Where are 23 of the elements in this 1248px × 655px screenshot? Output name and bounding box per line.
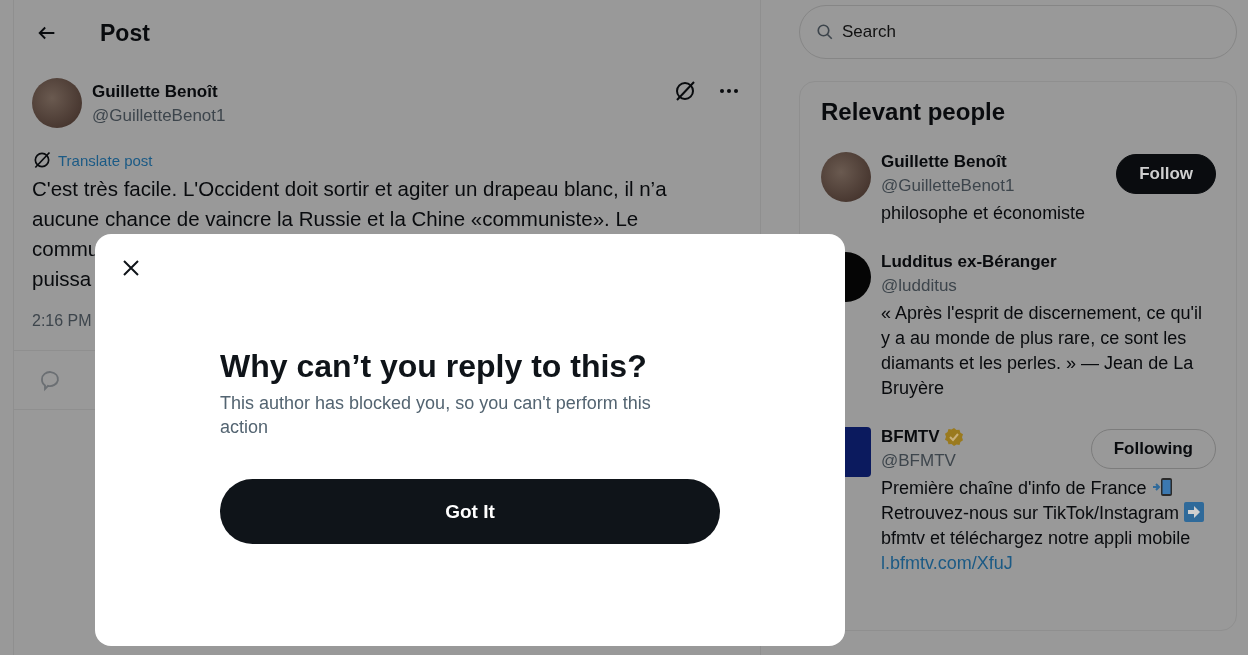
person-handle[interactable]: @ludditus [881,276,1057,296]
author-name[interactable]: Guillette Benoît [92,82,662,102]
page-title: Post [100,19,150,47]
search-icon [816,23,834,41]
more-icon [719,88,739,94]
post-text: puissa [32,266,92,292]
person-bio: philosophe et économiste [881,202,1087,225]
post-text: aucune chance de vaincre la Russie et la Chine «communiste». Le [32,206,639,232]
person-name[interactable]: BFMTV [881,427,940,447]
got-it-button[interactable]: Got It [220,479,720,544]
person-bio: « Après l'esprit de discernement, ce qu'il y a au monde de plus rare, ce sont les diamants et les perles. » — Jean de La Bruyère [881,302,1204,400]
person-name[interactable]: Ludditus ex-Béranger [881,252,1057,272]
person-bio: Première chaîne d'info de France Retrouvez-nous sur TikTok/Instagram bfmtv et téléchargez notre appli mobile l.bfmtv.com/XfuJ [881,476,1211,576]
search-field[interactable]: Search [840,21,1236,43]
phone-icon [1151,477,1174,497]
dialog-message: This author has blocked you, so you can't perform this action [220,392,652,439]
follow-button[interactable]: Follow [1116,154,1216,194]
card-title: Relevant people [821,98,1007,126]
person-name[interactable]: Guillette Benoît [881,152,1007,172]
translate-icon [32,150,52,170]
dialog-title: Why can’t you reply to this? [220,348,648,385]
post-text: C'est très facile. L'Occident doit sortir et agiter un drapeau blanc, il n’a [32,176,667,202]
post-time: 2:16 PM [32,312,93,330]
